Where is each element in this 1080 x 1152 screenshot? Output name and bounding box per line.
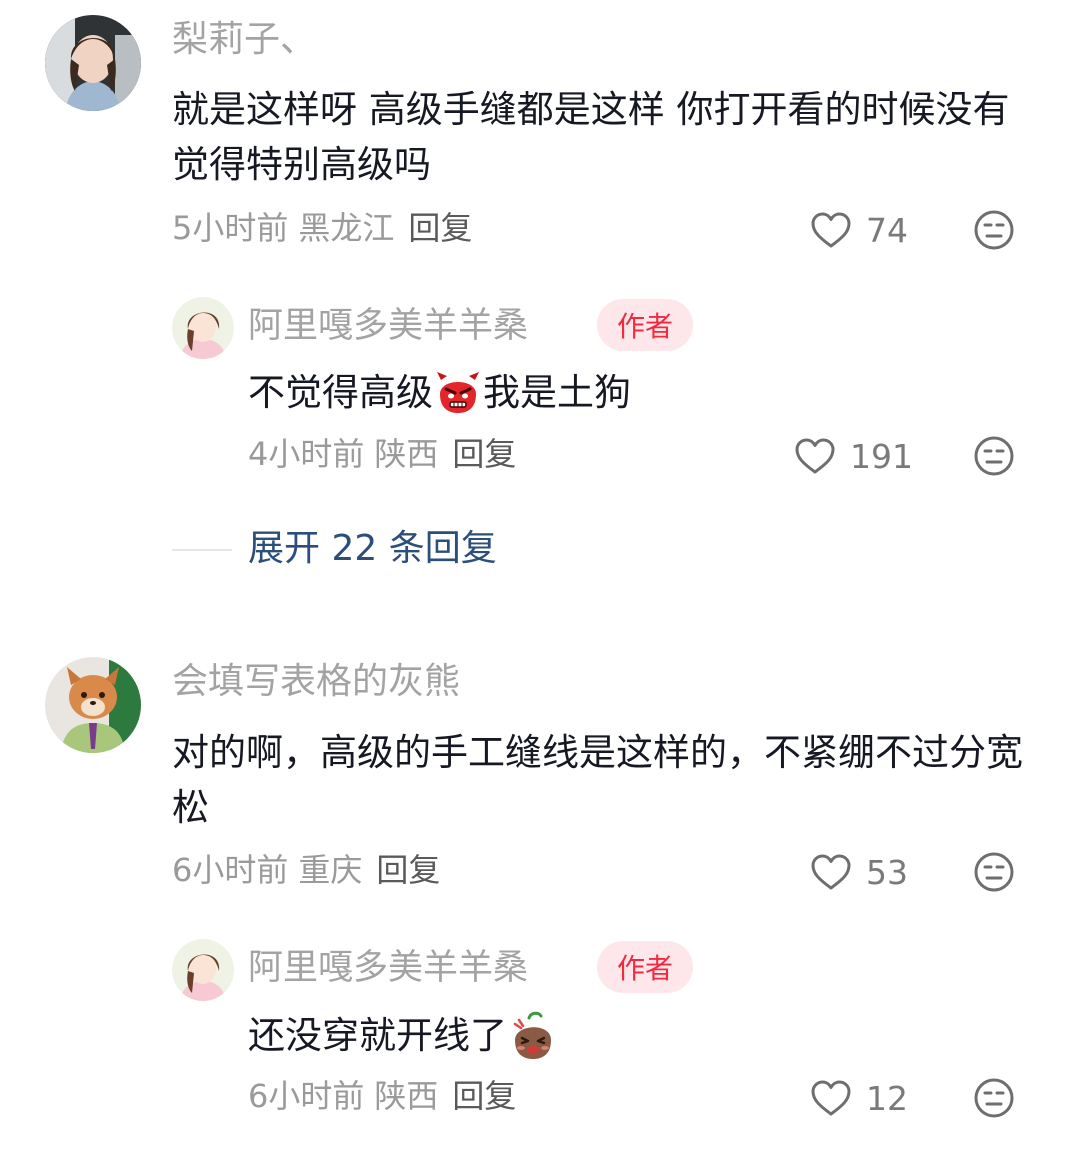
comment-location: 重庆 [298,851,363,889]
reply-meta: 4小时前 陕西 回复 [248,438,516,470]
heart-icon [795,438,835,474]
author-badge: 作者 [597,299,693,351]
dislike-button[interactable] [973,209,1015,255]
reply-text-tail: 我是土狗 [483,370,631,414]
reply-meta: 6小时前 陕西 回复 [248,1080,516,1112]
comment-location: 黑龙江 [298,209,395,247]
avatar[interactable] [45,657,141,753]
like-button[interactable]: 191 [794,434,913,478]
like-button[interactable]: 74 [810,208,908,252]
sweating-potato-icon [513,1011,551,1059]
comment-text: 对的啊，高级的手工缝线是这样的，不紧绷不过分宽松 [172,731,1023,829]
comment-username[interactable]: 会填写表格的灰熊 [172,664,460,700]
meh-face-icon [974,210,1014,250]
reply-username[interactable]: 阿里嘎多美羊羊桑 [248,309,528,344]
meh-face-icon [974,1078,1014,1118]
like-count: 53 [866,852,908,892]
reply-button[interactable]: 回复 [408,209,472,247]
reply-text: 不觉得高级 我是土狗 [248,370,631,414]
like-count: 12 [866,1078,908,1118]
like-count: 191 [850,436,913,476]
reply-avatar[interactable] [172,297,234,359]
heart-icon [811,212,851,248]
meh-face-icon [974,436,1014,476]
like-button[interactable]: 12 [810,1076,908,1120]
meh-face-icon [974,852,1014,892]
reply-text-main: 不觉得高级 [248,370,433,414]
reply-location: 陕西 [374,1077,439,1115]
reply-time: 6小时前 [248,1077,365,1115]
reply-text: 还没穿就开线了 [248,1010,559,1060]
like-button[interactable]: 53 [810,850,908,894]
avatar[interactable] [45,15,141,111]
comment-time: 5小时前 [172,209,289,247]
reply-avatar[interactable] [172,939,234,1001]
reply-time: 4小时前 [248,435,365,473]
reply-button[interactable]: 回复 [376,851,440,889]
reply-button[interactable]: 回复 [452,1077,516,1115]
heart-icon [811,1080,851,1116]
heart-icon [811,854,851,890]
comment-username[interactable]: 梨莉子、 [172,22,316,58]
expand-divider [172,549,232,551]
dislike-button[interactable] [973,851,1015,897]
comment-meta: 6小时前 重庆 回复 [172,854,440,886]
reply-username[interactable]: 阿里嘎多美羊羊桑 [248,951,528,986]
comment-time: 6小时前 [172,851,289,889]
reply-location: 陕西 [374,435,439,473]
expand-replies-button[interactable]: 展开 22 条回复 [248,531,497,567]
author-badge: 作者 [597,941,693,993]
comment-meta: 5小时前 黑龙江 回复 [172,212,472,244]
dislike-button[interactable] [973,435,1015,481]
reply-button[interactable]: 回复 [452,435,516,473]
like-count: 74 [866,210,908,250]
angry-red-face-icon [437,372,479,413]
reply-text-main: 还没穿就开线了 [248,1013,507,1057]
dislike-button[interactable] [973,1077,1015,1123]
comment-text: 就是这样呀 高级手缝都是这样 你打开看的时候没有觉得特别高级吗 [172,88,1010,186]
